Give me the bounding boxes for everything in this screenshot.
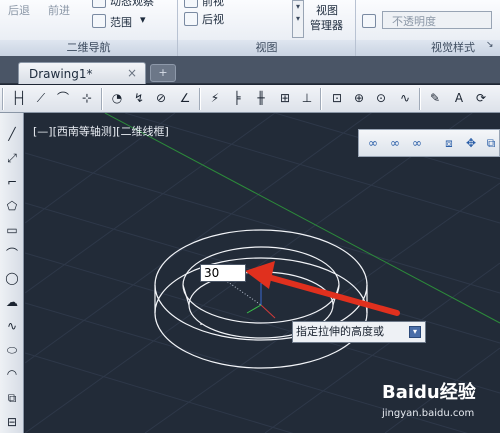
opacity-icon: [362, 14, 376, 28]
tolerance-icon[interactable]: ⊡: [328, 89, 346, 107]
continue-dimension-icon[interactable]: ╫: [252, 89, 270, 107]
angular-dimension-icon[interactable]: ∠: [176, 89, 194, 107]
nav-panel: 后退 前进 动态观察 范围 ▾ 二维导航: [0, 0, 178, 56]
dynamic-input-field[interactable]: 30: [200, 264, 246, 282]
view-panel-title: 视图: [178, 40, 355, 56]
view-panel: 前视 后视 ▾ ▾ 视图 管理器 视图: [178, 0, 356, 56]
viewport-controls-label[interactable]: [—][西南等轴测][二维线框]: [33, 123, 169, 139]
arc-icon[interactable]: ⌒: [3, 245, 21, 263]
ordinate-dimension-icon[interactable]: ⊹: [78, 89, 96, 107]
revision-cloud-icon[interactable]: ☁: [3, 293, 21, 311]
orbit-icon: [92, 0, 106, 8]
line-icon[interactable]: ╱: [3, 125, 21, 143]
dimension-space-icon[interactable]: ⊞: [276, 89, 294, 107]
ellipse-arc-icon[interactable]: ◠: [3, 365, 21, 383]
front-view-item[interactable]: 前视: [202, 0, 224, 9]
toolbar-grip: [2, 88, 4, 110]
visual-style-panel-title: 视觉样式: [356, 40, 500, 56]
center-mark-icon[interactable]: ⊕: [350, 89, 368, 107]
baseline-dimension-icon[interactable]: ╞: [228, 89, 246, 107]
extent-button[interactable]: 范围: [110, 14, 132, 30]
rectangle-icon[interactable]: ▭: [3, 221, 21, 239]
toolbar-separator: [320, 88, 322, 110]
view-manager-label-1[interactable]: 视图: [316, 2, 338, 18]
view-list-scrollbar[interactable]: ▾ ▾: [292, 0, 304, 38]
aligned-dimension-icon[interactable]: ⟋: [32, 89, 50, 107]
diameter-dimension-icon[interactable]: ⊘: [152, 89, 170, 107]
forward-button[interactable]: 前进: [48, 2, 70, 18]
linear-dimension-icon[interactable]: ├┤: [10, 89, 28, 107]
back-view-icon: [184, 12, 198, 26]
dimension-edit-icon[interactable]: ✎: [426, 89, 444, 107]
dimension-text-edit-icon[interactable]: A: [450, 89, 468, 107]
construction-line-icon[interactable]: ⤢: [3, 149, 21, 167]
drawing-tab[interactable]: Drawing1* ×: [18, 62, 146, 84]
quick-dimension-icon[interactable]: ⚡: [206, 89, 224, 107]
orbit-button[interactable]: 动态观察: [110, 0, 154, 9]
new-tab-button[interactable]: +: [150, 64, 176, 82]
jogged-dimension-icon[interactable]: ↯: [130, 89, 148, 107]
spline-icon[interactable]: ∿: [3, 317, 21, 335]
jogged-linear-icon[interactable]: ∿: [396, 89, 414, 107]
close-icon[interactable]: ×: [127, 66, 137, 80]
chevron-down-icon[interactable]: ▾: [409, 326, 421, 338]
drawing-tab-label: Drawing1*: [29, 67, 93, 81]
arc-length-icon[interactable]: ⌒: [54, 89, 72, 107]
viewport-tools: ∞ ∞ ∞ ⧈ ✥ ⧉: [358, 129, 500, 157]
link-icon[interactable]: ∞: [365, 135, 381, 151]
dimension-break-icon[interactable]: ⊥: [298, 89, 316, 107]
circle-icon[interactable]: ◯: [3, 269, 21, 287]
baidu-watermark-logo: Baidu经验: [382, 382, 476, 403]
extent-icon: [92, 14, 106, 28]
opacity-label: 不透明度: [392, 15, 436, 28]
polyline-icon[interactable]: ⌐: [3, 173, 21, 191]
front-view-icon: [184, 0, 198, 8]
toolbar-separator: [419, 88, 421, 110]
nav-panel-title: 二维导航: [0, 40, 177, 56]
link-icon[interactable]: ∞: [387, 135, 403, 151]
ellipse-icon[interactable]: ⬭: [3, 341, 21, 359]
panel-expand-icon[interactable]: ↘: [486, 40, 494, 50]
toolbar-separator: [101, 88, 103, 110]
polygon-icon[interactable]: ⬠: [3, 197, 21, 215]
inspect-icon[interactable]: ⊙: [372, 89, 390, 107]
insert-block-icon[interactable]: ⧉: [3, 389, 21, 407]
chevron-down-icon[interactable]: ▾: [140, 13, 146, 26]
box-icon[interactable]: ⧈: [441, 135, 457, 151]
document-tab-bar: Drawing1* × +: [0, 56, 500, 84]
dimension-update-icon[interactable]: ⟳: [472, 89, 490, 107]
radius-dimension-icon[interactable]: ◔: [108, 89, 126, 107]
move-icon[interactable]: ✥: [463, 135, 479, 151]
ribbon: 后退 前进 动态观察 范围 ▾ 二维导航 前视 后视 ▾ ▾ 视图 管理器 视图 …: [0, 0, 500, 56]
baidu-watermark-url: jingyan.baidu.com: [382, 408, 475, 419]
link-icon[interactable]: ∞: [409, 135, 425, 151]
back-button[interactable]: 后退: [8, 2, 30, 18]
prompt-text: 指定拉伸的高度或: [296, 325, 384, 338]
copy-icon[interactable]: ⧉: [483, 135, 499, 151]
dimension-toolbar: ├┤ ⟋ ⌒ ⊹ ◔ ↯ ⊘ ∠ ⚡ ╞ ╫ ⊞ ⊥ ⊡ ⊕ ⊙ ∿ ✎ A ⟳: [0, 85, 500, 113]
command-prompt-tooltip: 指定拉伸的高度或 ▾: [292, 321, 426, 343]
back-view-item[interactable]: 后视: [202, 11, 224, 27]
toolbar-separator: [199, 88, 201, 110]
view-manager-label-2[interactable]: 管理器: [310, 17, 343, 33]
visual-style-panel: 不透明度 视觉样式 ↘: [356, 0, 500, 56]
draw-toolbar: ╱ ⤢ ⌐ ⬠ ▭ ⌒ ◯ ☁ ∿ ⬭ ◠ ⧉ ⊟: [0, 113, 24, 433]
make-block-icon[interactable]: ⊟: [3, 413, 21, 431]
